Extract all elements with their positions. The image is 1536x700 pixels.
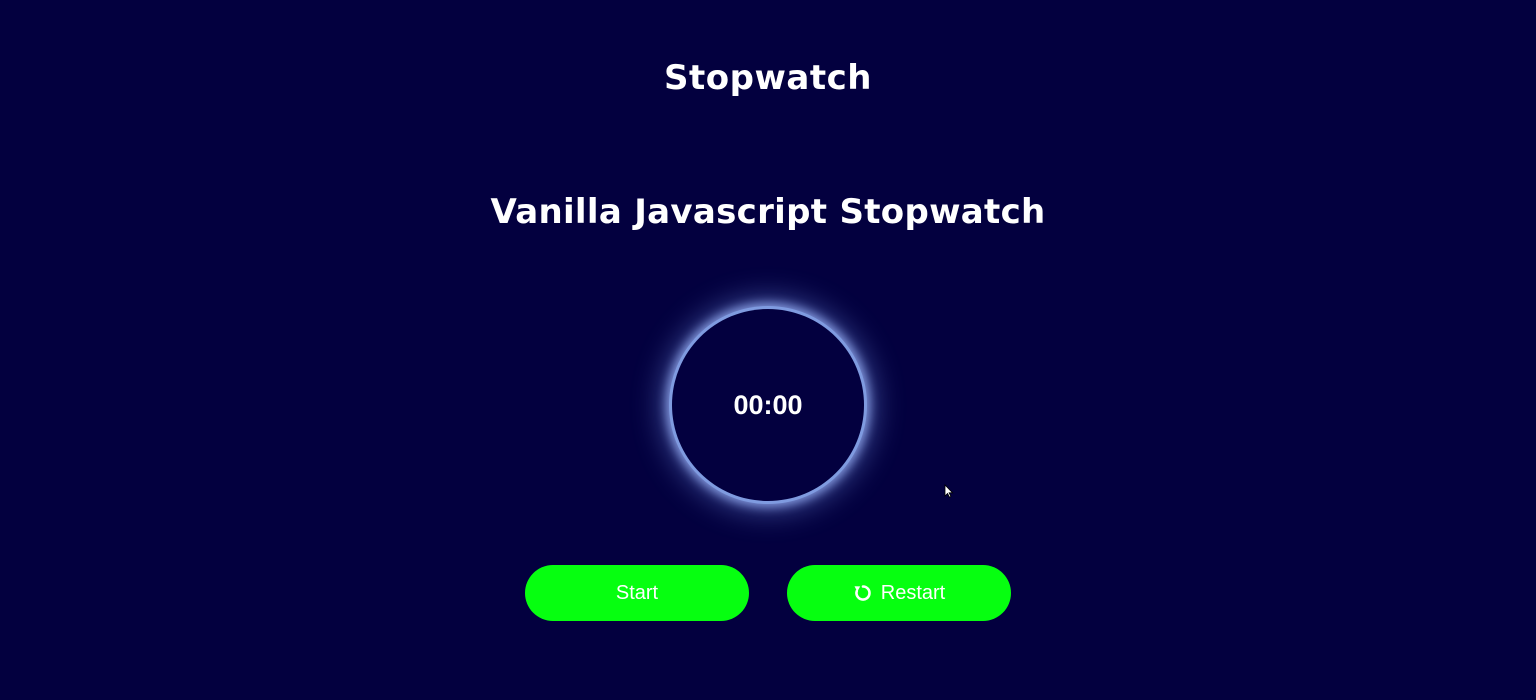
start-button-label: Start bbox=[615, 581, 659, 604]
stopwatch-page: Stopwatch Vanilla Javascript Stopwatch 0… bbox=[0, 0, 1536, 700]
mouse-cursor-icon bbox=[944, 484, 954, 498]
timer-display: 00:00 bbox=[733, 389, 803, 420]
page-title: Stopwatch bbox=[664, 58, 872, 98]
restart-button[interactable]: Restart bbox=[787, 565, 1011, 621]
restart-button-label: Restart bbox=[880, 581, 946, 604]
timer-dial: 00:00 bbox=[672, 309, 864, 501]
restart-icon bbox=[853, 583, 873, 603]
stopwatch-heading: Vanilla Javascript Stopwatch bbox=[490, 192, 1046, 232]
start-button[interactable]: Start bbox=[525, 565, 749, 621]
